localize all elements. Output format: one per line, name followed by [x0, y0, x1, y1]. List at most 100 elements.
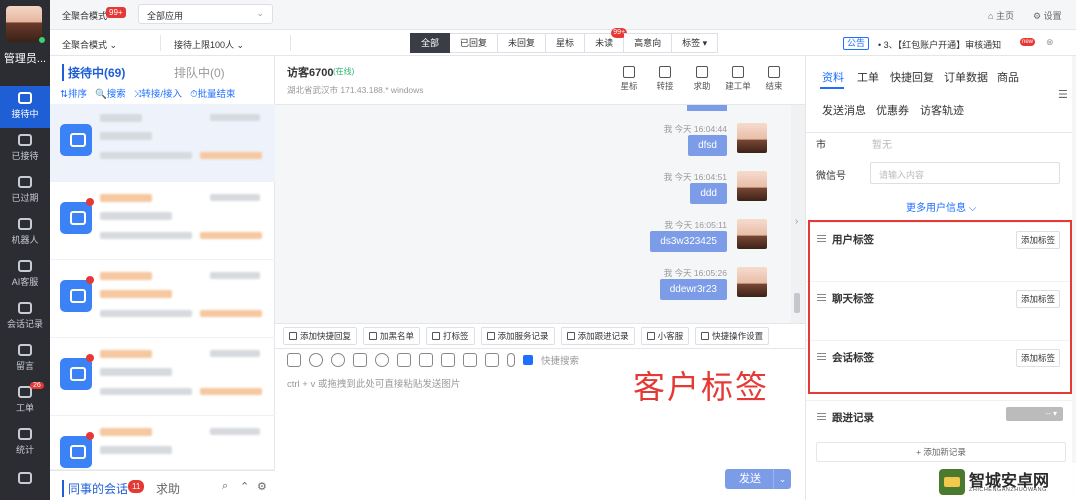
- batch-end-button[interactable]: ⏱批量结束: [190, 86, 235, 100]
- close-icon[interactable]: ⊗: [1046, 37, 1054, 48]
- message-scrollbar[interactable]: [791, 105, 805, 323]
- session-item[interactable]: [50, 104, 275, 182]
- end-button[interactable]: 结束: [759, 66, 789, 92]
- add-followup-record-button[interactable]: 添加跟进记录: [560, 327, 635, 345]
- nav-item-served[interactable]: 已接待: [0, 128, 50, 170]
- message-input[interactable]: ctrl + v 或拖拽到此处可直接粘贴发送图片: [287, 376, 460, 390]
- filter-unread[interactable]: 未读 99+: [585, 28, 628, 53]
- help-button[interactable]: 求助: [687, 66, 717, 92]
- scissors-icon[interactable]: [353, 353, 367, 367]
- top-bar: 全聚合模式 99+ 全部应用 ⌄ ⌂ 主页 ⚙ 设置: [50, 0, 1076, 30]
- star-button[interactable]: 星标: [614, 66, 644, 92]
- agent-avatar[interactable]: [6, 6, 42, 42]
- mail-icon[interactable]: [419, 353, 433, 367]
- tab-tickets[interactable]: 工单: [857, 69, 879, 85]
- filter-unreplied[interactable]: 未回复: [498, 33, 547, 53]
- search-icon[interactable]: ⌕: [222, 480, 228, 493]
- calendar-icon[interactable]: [485, 353, 499, 367]
- create-ticket-button[interactable]: 建工单: [723, 66, 753, 92]
- nav-item-ai[interactable]: AI客服: [0, 254, 50, 296]
- sort-button[interactable]: ⇅排序: [60, 86, 87, 100]
- send-button[interactable]: 发送 ⌄: [725, 469, 791, 489]
- add-quick-reply-button[interactable]: 添加快捷回复: [283, 327, 358, 345]
- upload-icon[interactable]: [397, 353, 411, 367]
- tab-order-data[interactable]: 订单数据: [944, 69, 988, 85]
- tab-help[interactable]: 求助: [156, 480, 180, 497]
- filter-replied[interactable]: 已回复: [450, 33, 499, 53]
- nav-item-more[interactable]: [0, 466, 50, 500]
- tab-visitor-trail[interactable]: 访客轨迹: [920, 102, 964, 118]
- emoji-icon[interactable]: [331, 353, 345, 367]
- gear-icon: ⚙: [1033, 11, 1044, 21]
- tab-colleague-sessions[interactable]: 同事的会话: [62, 480, 128, 497]
- session-item[interactable]: [50, 416, 275, 470]
- app-select[interactable]: 全部应用 ⌄: [138, 4, 273, 24]
- chevron-down-icon[interactable]: ⌄: [773, 469, 791, 489]
- tab-serving[interactable]: 接待中(69): [62, 64, 125, 81]
- left-nav: 管理员... 接待中 已接待 已过期 机器人 AI客服 会话记录 留言 工单 2…: [0, 0, 50, 500]
- editor-toolbar: 快捷搜索: [287, 353, 579, 367]
- add-service-record-button[interactable]: 添加服务记录: [480, 327, 555, 345]
- image-icon[interactable]: [287, 353, 301, 367]
- card-icon[interactable]: [441, 353, 455, 367]
- session-list: 接待中(69) 排队中(0) ⇅排序 🔍搜索 ⤨转接/接入 ⏱批量结束 同事的会…: [50, 56, 275, 500]
- message-item: 我 今天 16:05:11 ds3w323425: [579, 219, 779, 259]
- search-button[interactable]: 🔍搜索: [95, 86, 126, 100]
- tag-button[interactable]: 打标签: [426, 327, 475, 345]
- chat-icon[interactable]: [375, 353, 389, 367]
- quick-search-checkbox[interactable]: [523, 355, 533, 365]
- session-item[interactable]: [50, 182, 275, 260]
- tab-products[interactable]: 商品: [997, 69, 1019, 85]
- tab-queue[interactable]: 排队中(0): [174, 64, 225, 81]
- follow-up-select[interactable]: -- ▾: [1006, 407, 1063, 421]
- ai-icon: [18, 260, 32, 272]
- tab-send-message[interactable]: 发送消息: [822, 102, 866, 118]
- mini-service-button[interactable]: 小客服: [640, 327, 690, 345]
- wechat-input[interactable]: 请输入内容: [870, 162, 1060, 184]
- nav-item-stats[interactable]: 统计: [0, 422, 50, 464]
- video-icon[interactable]: [463, 353, 477, 367]
- more-user-info-link[interactable]: 更多用户信息 ⌵: [906, 199, 976, 214]
- panel-menu-icon[interactable]: ☰: [1058, 88, 1068, 101]
- tab-quick-reply[interactable]: 快捷回复: [890, 69, 934, 85]
- gear-icon[interactable]: ⚙: [257, 480, 267, 493]
- blacklist-button[interactable]: 加黑名单: [363, 327, 421, 345]
- nav-item-expired[interactable]: 已过期: [0, 170, 50, 212]
- add-record-button[interactable]: + 添加新记录: [816, 442, 1066, 462]
- session-item[interactable]: [50, 338, 275, 416]
- filter-all[interactable]: 全部: [410, 33, 451, 53]
- settings-link[interactable]: ⚙ 设置: [1033, 9, 1062, 22]
- nav-item-messages[interactable]: 留言: [0, 338, 50, 380]
- visitor-avatar: [60, 280, 92, 312]
- transfer-button[interactable]: ⤨转接/接入: [134, 86, 182, 100]
- quick-settings-button[interactable]: 快捷操作设置: [695, 327, 770, 345]
- microphone-icon[interactable]: [507, 353, 515, 367]
- limit-select[interactable]: 接待上限100人 ⌄: [174, 38, 244, 51]
- message-icon: [18, 344, 32, 356]
- nav-item-robot[interactable]: 机器人: [0, 212, 50, 254]
- filter-tags[interactable]: 标签 ▾: [672, 33, 719, 53]
- panel-scrollbar[interactable]: [1072, 56, 1076, 500]
- home-link[interactable]: ⌂ 主页: [988, 9, 1014, 22]
- mode-select[interactable]: 全聚合模式 ⌄: [62, 38, 117, 51]
- notice-text[interactable]: • 3、【红包账户开通】审核通知: [878, 38, 1001, 51]
- clock-icon[interactable]: [309, 353, 323, 367]
- message-bubble: dfsd: [688, 135, 727, 156]
- filter-high-intent[interactable]: 高意向: [624, 33, 673, 53]
- transfer-button[interactable]: 转接: [650, 66, 680, 92]
- chat-check-icon: [18, 134, 32, 146]
- panel-tabs: 资料 工单 快捷回复 订单数据 商品 发送消息 优惠券 访客轨迹: [806, 56, 1046, 132]
- quick-actions: 添加快捷回复 加黑名单 打标签 添加服务记录 添加跟进记录 小客服 快捷操作设置: [275, 323, 805, 349]
- nav-item-records[interactable]: 会话记录: [0, 296, 50, 338]
- filter-starred[interactable]: 星标: [546, 33, 586, 53]
- nav-item-serving[interactable]: 接待中: [0, 86, 50, 128]
- watermark: 智城安卓网 ZHICHENGANZHUOWANG: [935, 463, 1076, 500]
- chevron-right-icon[interactable]: ›: [795, 216, 798, 227]
- chevron-up-icon[interactable]: ⌃: [240, 480, 249, 493]
- blacklist-icon: [369, 332, 378, 340]
- session-item[interactable]: [50, 260, 275, 338]
- drag-handle-icon[interactable]: [817, 413, 826, 420]
- nav-item-tickets[interactable]: 工单 26: [0, 380, 50, 422]
- tab-profile[interactable]: 资料: [822, 69, 844, 85]
- tab-coupons[interactable]: 优惠券: [876, 102, 909, 118]
